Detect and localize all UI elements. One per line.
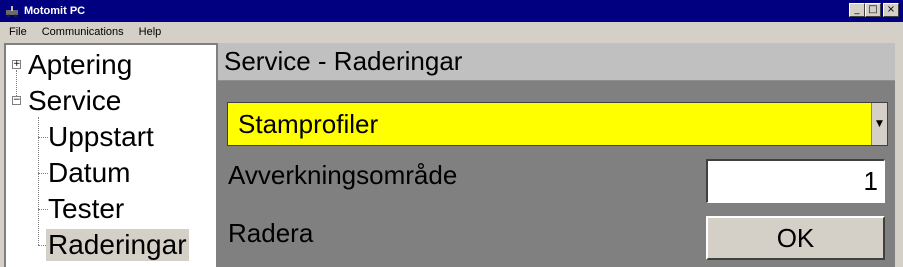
tree-item-label: Service [28, 85, 122, 116]
tree-item-label: Datum [48, 157, 131, 188]
tree-item-raderingar[interactable]: Raderingar [46, 227, 189, 263]
menu-help[interactable]: Help [130, 26, 168, 38]
menu-file[interactable]: File [0, 26, 33, 38]
menu-help-label: Help [138, 25, 162, 38]
tree-item-uppstart[interactable]: Uppstart [48, 119, 154, 155]
menu-communications[interactable]: Communications [33, 26, 130, 38]
tree-item-datum[interactable]: Datum [48, 155, 130, 191]
title-bar: Motomit PC _ □ × [0, 0, 903, 22]
window-frame-edge [895, 43, 903, 267]
profile-select-value: Stamprofiler [238, 108, 379, 139]
window-controls: _ □ × [849, 3, 899, 17]
window-title: Motomit PC [24, 5, 86, 17]
chevron-down-icon[interactable]: ▼ [871, 103, 887, 145]
profile-select[interactable]: Stamprofiler ▼ [227, 102, 888, 146]
tree-item-tester[interactable]: Tester [48, 191, 124, 227]
collapse-icon[interactable]: − [12, 96, 21, 105]
tree-item-label-selected: Raderingar [46, 229, 189, 261]
menu-communications-label: Communications [41, 25, 124, 38]
page-title: Service - Raderingar [218, 43, 895, 81]
content-panel: Service - Raderingar Stamprofiler ▼ Avve… [216, 43, 895, 267]
tree-connector [38, 173, 48, 174]
app-window: Motomit PC _ □ × File Communications Hel… [0, 0, 903, 267]
tree-item-label: Tester [48, 193, 125, 224]
maximize-button[interactable]: □ [865, 3, 881, 17]
area-input[interactable]: 1 [706, 159, 885, 203]
app-icon [4, 3, 20, 19]
area-label: Avverkningsområde [228, 160, 458, 190]
tree-item-label: Aptering [28, 49, 133, 80]
minimize-button[interactable]: _ [849, 3, 865, 17]
delete-label: Radera [228, 218, 314, 248]
navigation-tree: + Aptering − Service Uppstart Datum Test… [4, 43, 216, 267]
ok-button[interactable]: OK [706, 216, 885, 260]
tree-item-service[interactable]: Service [28, 83, 121, 119]
tree-item-aptering[interactable]: Aptering [28, 47, 132, 83]
tree-item-label: Uppstart [48, 121, 154, 152]
menu-bar: File Communications Help [0, 22, 903, 41]
close-button[interactable]: × [883, 3, 899, 17]
expand-icon[interactable]: + [12, 60, 21, 69]
tree-connector [38, 209, 48, 210]
menu-file-label: File [9, 25, 27, 38]
tree-connector [38, 137, 48, 138]
